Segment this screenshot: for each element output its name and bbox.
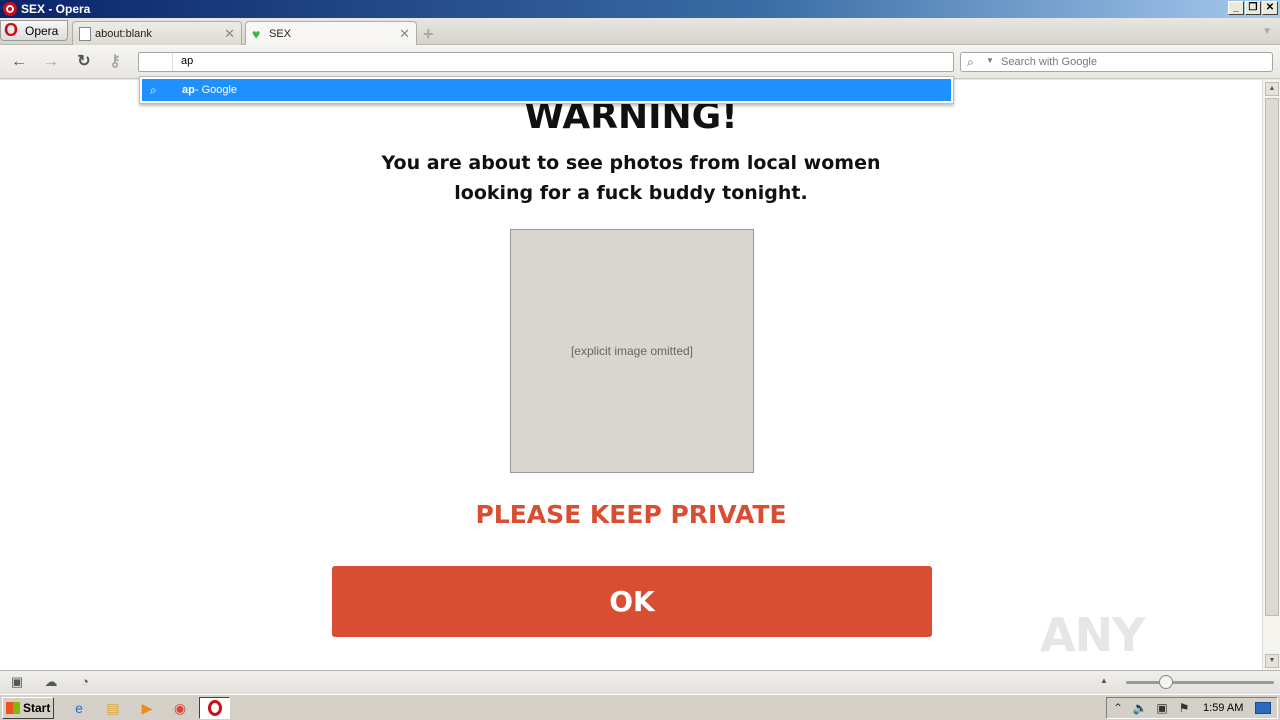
- tab-menu-chevron-icon[interactable]: ▼: [1262, 26, 1272, 37]
- status-bar: ▣ ☁ ◔ ▲: [0, 670, 1280, 694]
- search-icon: ⌕: [967, 55, 974, 69]
- warning-message: You are about to see photos from local w…: [381, 152, 881, 204]
- page-content: WARNING! You are about to see photos fro…: [0, 80, 1262, 670]
- window-title: SEX - Opera: [21, 2, 91, 16]
- address-input[interactable]: ap: [181, 55, 193, 67]
- tab-about-blank[interactable]: about:blank ✕: [72, 21, 242, 45]
- opera-taskbar-button[interactable]: [199, 697, 230, 719]
- search-box[interactable]: ⌕ ▼ Search with Google: [960, 52, 1273, 72]
- watermark: ANY RUN: [1040, 608, 1149, 670]
- chrome-icon[interactable]: ◉: [171, 699, 189, 717]
- close-tab-icon[interactable]: ✕: [399, 26, 410, 42]
- reload-button[interactable]: ↻: [75, 53, 93, 71]
- search-input[interactable]: Search with Google: [1001, 56, 1097, 68]
- opera-logo-icon: [3, 2, 17, 16]
- scroll-down-button[interactable]: ▼: [1265, 654, 1279, 668]
- zoom-slider-handle[interactable]: [1159, 675, 1173, 689]
- volume-icon[interactable]: 🔈: [1129, 701, 1151, 715]
- speed-dial-icon[interactable]: ◔: [77, 675, 93, 689]
- scroll-thumb[interactable]: [1265, 98, 1279, 616]
- network-icon[interactable]: ▣: [1151, 701, 1173, 715]
- tab-sex[interactable]: ♥ SEX ✕: [245, 21, 417, 46]
- navigation-toolbar: ← → ↻ ⚷ ap ⌕ ▼ Search with Google: [0, 45, 1280, 79]
- zoom-slider[interactable]: [1126, 681, 1274, 684]
- media-player-icon[interactable]: ▶: [138, 699, 156, 717]
- close-button[interactable]: ✕: [1262, 1, 1278, 15]
- taskbar: Start e ▤ ▶ ◉ ⌃ 🔈 ▣ ⚑ 1:59 AM: [0, 694, 1280, 720]
- window-controls: _ ❐ ✕: [1228, 1, 1278, 15]
- window-titlebar: SEX - Opera _ ❐ ✕: [0, 0, 1280, 18]
- key-icon[interactable]: ⚷: [106, 53, 124, 71]
- opera-menu-button[interactable]: O Opera: [0, 20, 68, 41]
- autocomplete-suffix: - Google: [194, 84, 238, 96]
- show-hidden-icons[interactable]: ⌃: [1107, 701, 1129, 715]
- action-center-flag-icon[interactable]: ⚑: [1173, 701, 1195, 715]
- clock[interactable]: 1:59 AM: [1203, 702, 1243, 714]
- autocomplete-dropdown: ⌕ ap - Google: [139, 76, 954, 104]
- back-button[interactable]: ←: [10, 53, 28, 71]
- system-tray: ⌃ 🔈 ▣ ⚑ 1:59 AM: [1106, 697, 1278, 719]
- autocomplete-item[interactable]: ⌕ ap - Google: [142, 79, 951, 101]
- tab-bar: O Opera about:blank ✕ ♥ SEX ✕ + ▼: [0, 18, 1280, 46]
- keep-private-notice: PLEASE KEEP PRIVATE: [475, 500, 787, 529]
- scroll-up-button[interactable]: ▲: [1265, 82, 1279, 96]
- search-engine-dropdown-icon[interactable]: ▼: [986, 56, 994, 65]
- restore-button[interactable]: ❐: [1245, 1, 1261, 15]
- show-desktop-icon[interactable]: [1255, 702, 1272, 714]
- address-bar[interactable]: ap: [138, 52, 954, 72]
- page-icon: [79, 26, 91, 41]
- start-button[interactable]: Start: [2, 697, 54, 719]
- close-tab-icon[interactable]: ✕: [224, 26, 235, 42]
- address-badge: [139, 53, 173, 71]
- panel-toggle-icon[interactable]: ▣: [9, 675, 25, 689]
- new-tab-button[interactable]: +: [423, 24, 434, 45]
- opera-logo-icon: O: [3, 19, 18, 40]
- internet-explorer-icon[interactable]: e: [70, 699, 88, 717]
- vertical-scrollbar[interactable]: ▲ ▼: [1262, 80, 1280, 670]
- forward-button[interactable]: →: [42, 53, 60, 71]
- ok-button[interactable]: OK: [332, 566, 932, 637]
- opera-icon: [207, 700, 222, 716]
- search-icon: ⌕: [150, 82, 157, 97]
- windows-logo-icon: [6, 702, 20, 714]
- minimize-button[interactable]: _: [1228, 1, 1244, 15]
- image-placeholder: [explicit image omitted]: [510, 229, 754, 473]
- heart-favicon-icon: ♥: [252, 26, 261, 42]
- file-explorer-icon[interactable]: ▤: [104, 699, 122, 717]
- cloud-icon[interactable]: ☁: [43, 675, 59, 689]
- autocomplete-query: ap: [182, 84, 195, 96]
- zoom-popup-icon[interactable]: ▲: [1100, 676, 1108, 685]
